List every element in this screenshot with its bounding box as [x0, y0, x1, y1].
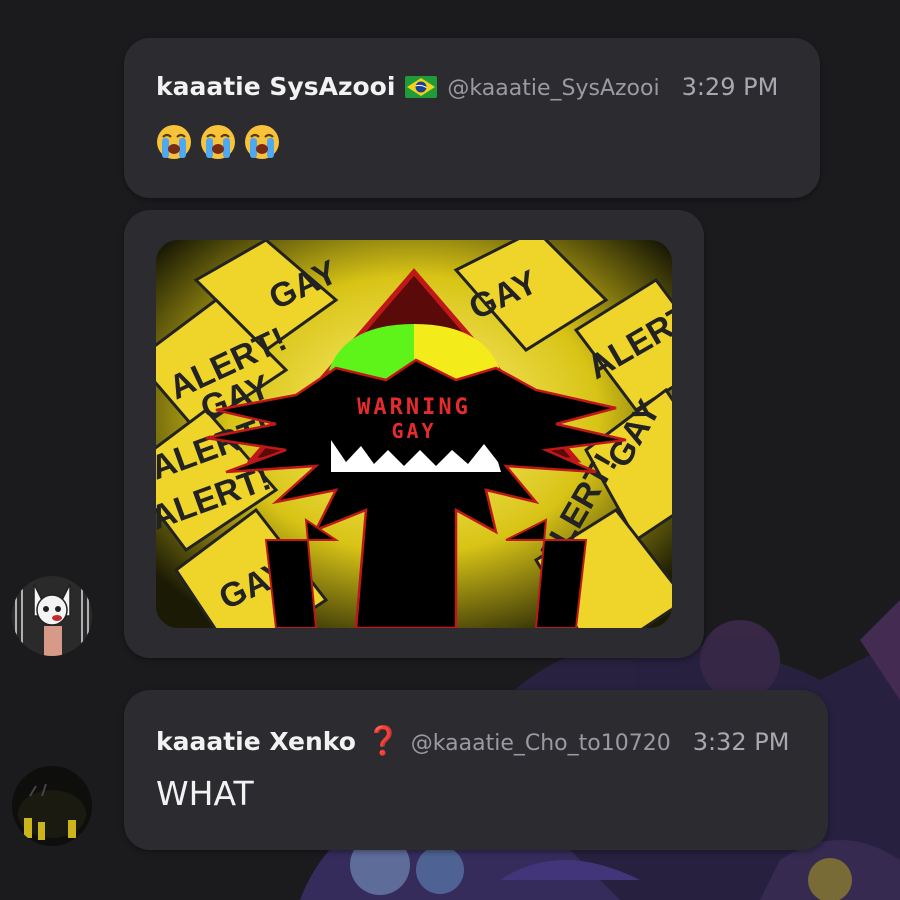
author-name[interactable]: kaaatie Xenko: [156, 727, 356, 756]
loudly-crying-face-icon: [245, 125, 279, 159]
avatar-image: [12, 766, 92, 846]
avatar[interactable]: [12, 576, 92, 656]
emoji-row: [154, 122, 282, 162]
message-bubble[interactable]: kaaatie SysAzooi @kaaatie_SysAzooi 3:29 …: [124, 38, 820, 198]
message-timestamp: 3:29 PM: [681, 73, 779, 101]
message-bubble[interactable]: GAY ALERT! GAY ALERT! GAY ALERT! GAY ALE…: [124, 210, 704, 658]
loudly-crying-face-icon: [157, 125, 191, 159]
message-text: WHAT: [156, 774, 254, 813]
gay-text: GAY: [391, 419, 436, 443]
warning-text: WARNING: [357, 395, 471, 420]
message-header: kaaatie Xenko ❓ @kaaatie_Cho_to10720 3:3…: [156, 724, 789, 757]
author-name[interactable]: kaaatie SysAzooi: [156, 72, 395, 101]
image-attachment[interactable]: GAY ALERT! GAY ALERT! GAY ALERT! GAY ALE…: [156, 240, 672, 628]
avatar[interactable]: [12, 766, 92, 846]
question-mark-icon: ❓: [365, 724, 401, 757]
author-handle[interactable]: @kaaatie_SysAzooi: [447, 76, 659, 101]
message-header: kaaatie SysAzooi @kaaatie_SysAzooi 3:29 …: [156, 72, 778, 101]
author-handle[interactable]: @kaaatie_Cho_to10720: [411, 731, 671, 756]
message-timestamp: 3:32 PM: [692, 728, 790, 756]
message-bubble[interactable]: kaaatie Xenko ❓ @kaaatie_Cho_to10720 3:3…: [124, 690, 828, 850]
loudly-crying-face-icon: [201, 125, 235, 159]
warning-gay-meme-image: GAY ALERT! GAY ALERT! GAY ALERT! GAY ALE…: [156, 240, 672, 628]
avatar-image: [12, 576, 92, 656]
brazil-flag-icon: [405, 76, 438, 98]
